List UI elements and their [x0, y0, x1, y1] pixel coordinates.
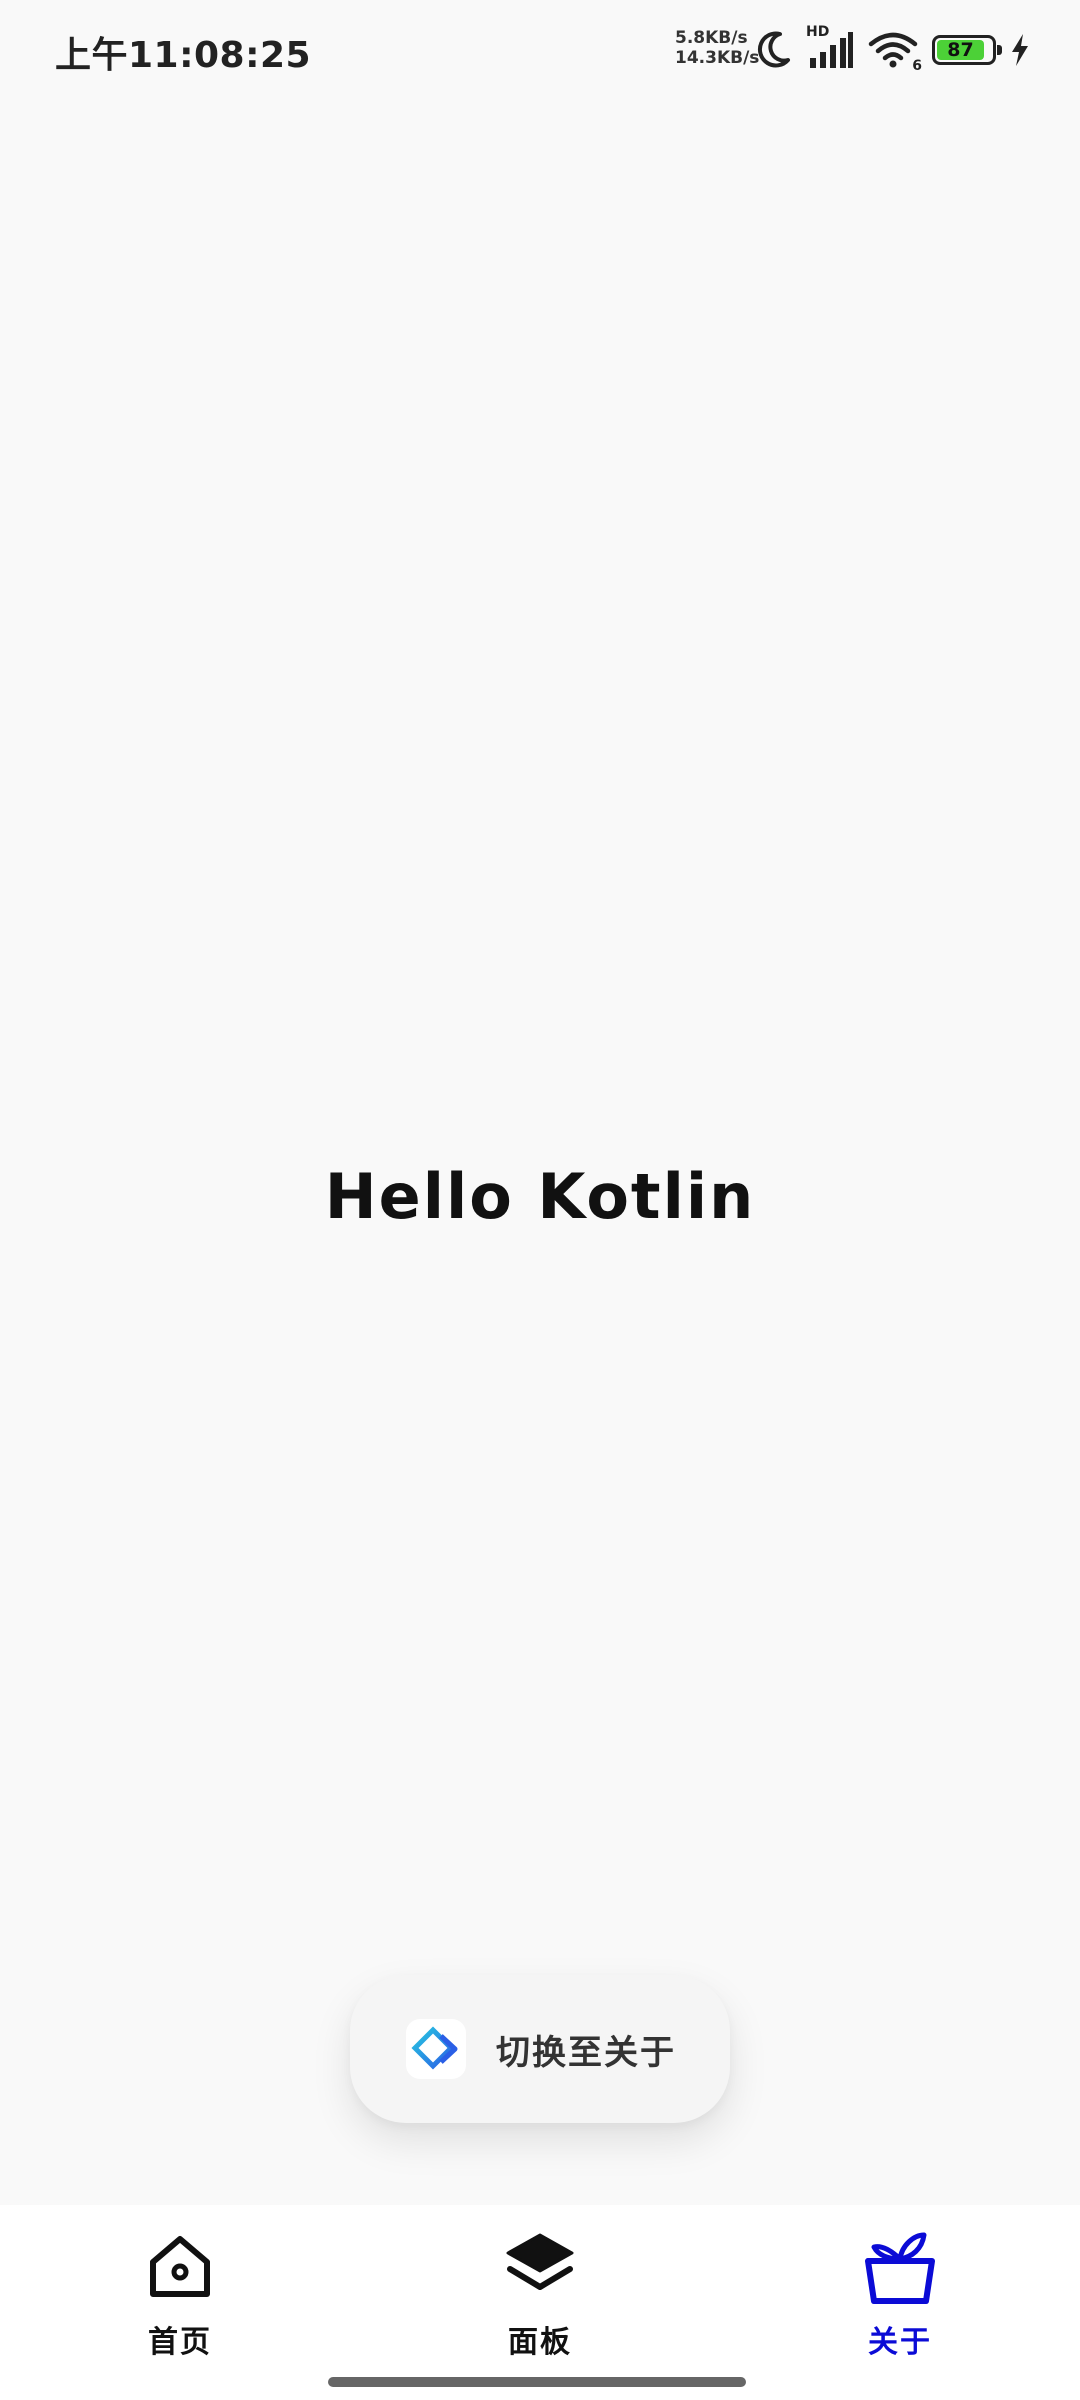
nav-item-about[interactable]: 关于 — [800, 2227, 1000, 2377]
charging-bolt-icon — [1010, 33, 1030, 67]
bottom-navigation: 首页 面板 关于 — [0, 2205, 1080, 2400]
layers-icon — [500, 2227, 580, 2307]
network-speed-down: 14.3KB/s — [675, 48, 760, 68]
wifi-label: 6 — [912, 58, 922, 74]
battery-tip — [997, 45, 1002, 55]
switch-to-about-button[interactable]: 切换至关于 — [350, 1975, 730, 2123]
battery-icon: 87 — [932, 35, 1002, 65]
app-screen: 上午11:08:25 5.8KB/s 14.3KB/s HD 6 87 Hell… — [0, 0, 1080, 2400]
nav-label-home: 首页 — [148, 2325, 212, 2360]
network-speed-up: 5.8KB/s — [675, 28, 748, 48]
switch-button-label: 切换至关于 — [496, 2032, 676, 2073]
nav-item-panel[interactable]: 面板 — [440, 2227, 640, 2377]
nav-label-about: 关于 — [868, 2325, 932, 2360]
status-icons: HD 6 87 — [756, 24, 1030, 74]
cellular-signal-icon: HD — [806, 24, 854, 70]
home-icon — [140, 2227, 220, 2307]
app-logo-icon — [406, 2019, 466, 2079]
moon-icon — [756, 30, 792, 70]
plant-pot-icon — [860, 2227, 940, 2307]
nav-item-home[interactable]: 首页 — [80, 2227, 280, 2377]
battery-level: 87 — [937, 39, 984, 61]
network-speed: 5.8KB/s 14.3KB/s — [675, 28, 759, 68]
nav-label-panel: 面板 — [508, 2325, 572, 2360]
status-bar: 上午11:08:25 5.8KB/s 14.3KB/s HD 6 87 — [0, 0, 1080, 100]
main-title: Hello Kotlin — [324, 1160, 756, 1233]
home-indicator-bar[interactable] — [328, 2377, 746, 2387]
wifi-icon: 6 — [868, 30, 922, 74]
status-time: 上午11:08:25 — [55, 35, 312, 76]
